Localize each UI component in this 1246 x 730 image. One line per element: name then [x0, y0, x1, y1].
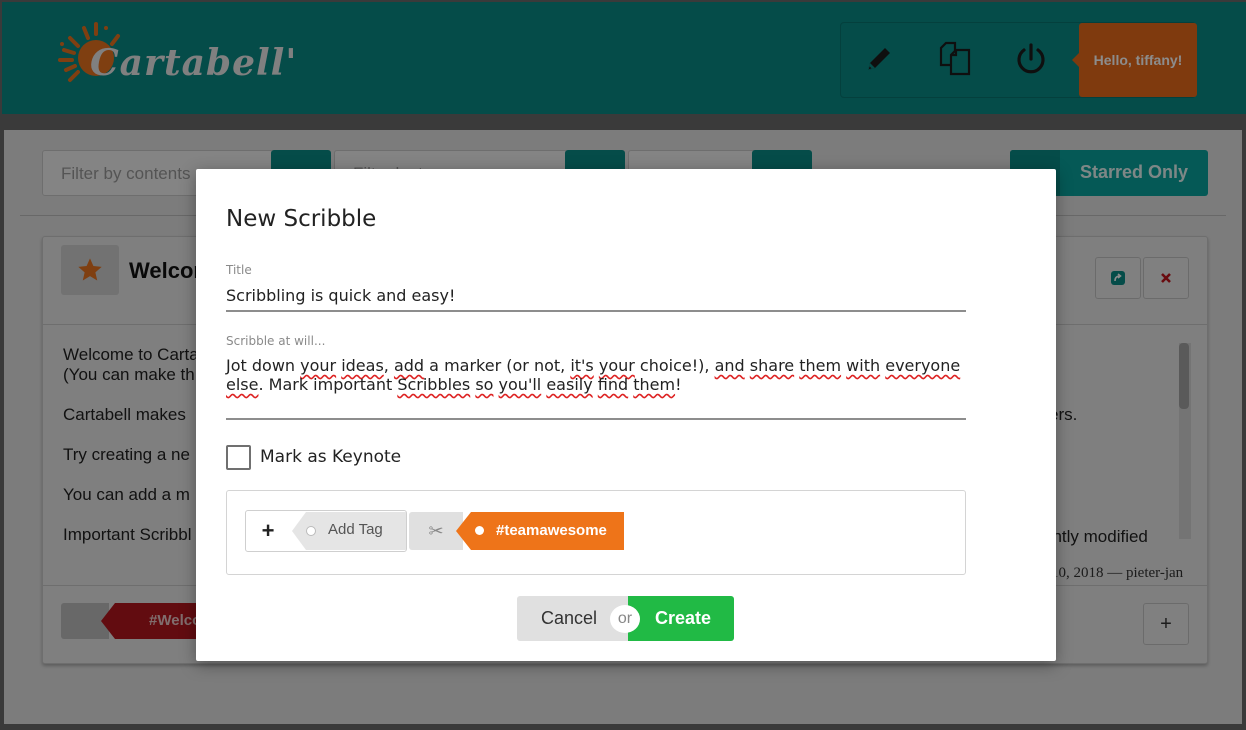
scissors-icon: ✂: [428, 520, 444, 541]
tag-area: + Add Tag ✂ #teamawesome: [226, 490, 966, 575]
modal-title: New Scribble: [226, 206, 377, 232]
add-tag-control[interactable]: + Add Tag: [245, 510, 407, 552]
add-tag-pill[interactable]: Add Tag: [292, 512, 406, 550]
scribble-underline: [226, 418, 966, 420]
body-field-label: Scribble at will...: [226, 334, 326, 348]
tag-hole-icon: [306, 526, 316, 536]
keynote-label[interactable]: Mark as Keynote: [260, 447, 401, 467]
tag-teamawesome[interactable]: #teamawesome: [456, 512, 624, 550]
tag-hole-icon: [475, 526, 484, 535]
keynote-checkbox[interactable]: [226, 445, 251, 470]
title-field-label: Title: [226, 263, 252, 277]
title-underline: [226, 310, 966, 312]
plus-icon[interactable]: +: [246, 511, 290, 551]
new-scribble-modal: New Scribble Title Scribbling is quick a…: [196, 169, 1056, 661]
or-separator: or: [610, 605, 640, 633]
create-button[interactable]: Create: [628, 596, 734, 641]
scribble-textarea[interactable]: Jot down your ideas, add a marker (or no…: [226, 356, 966, 394]
title-input[interactable]: Scribbling is quick and easy!: [226, 286, 455, 305]
add-tag-label: Add Tag: [328, 521, 383, 538]
tag-label: #teamawesome: [496, 522, 607, 539]
remove-tag-button[interactable]: ✂: [409, 512, 463, 550]
